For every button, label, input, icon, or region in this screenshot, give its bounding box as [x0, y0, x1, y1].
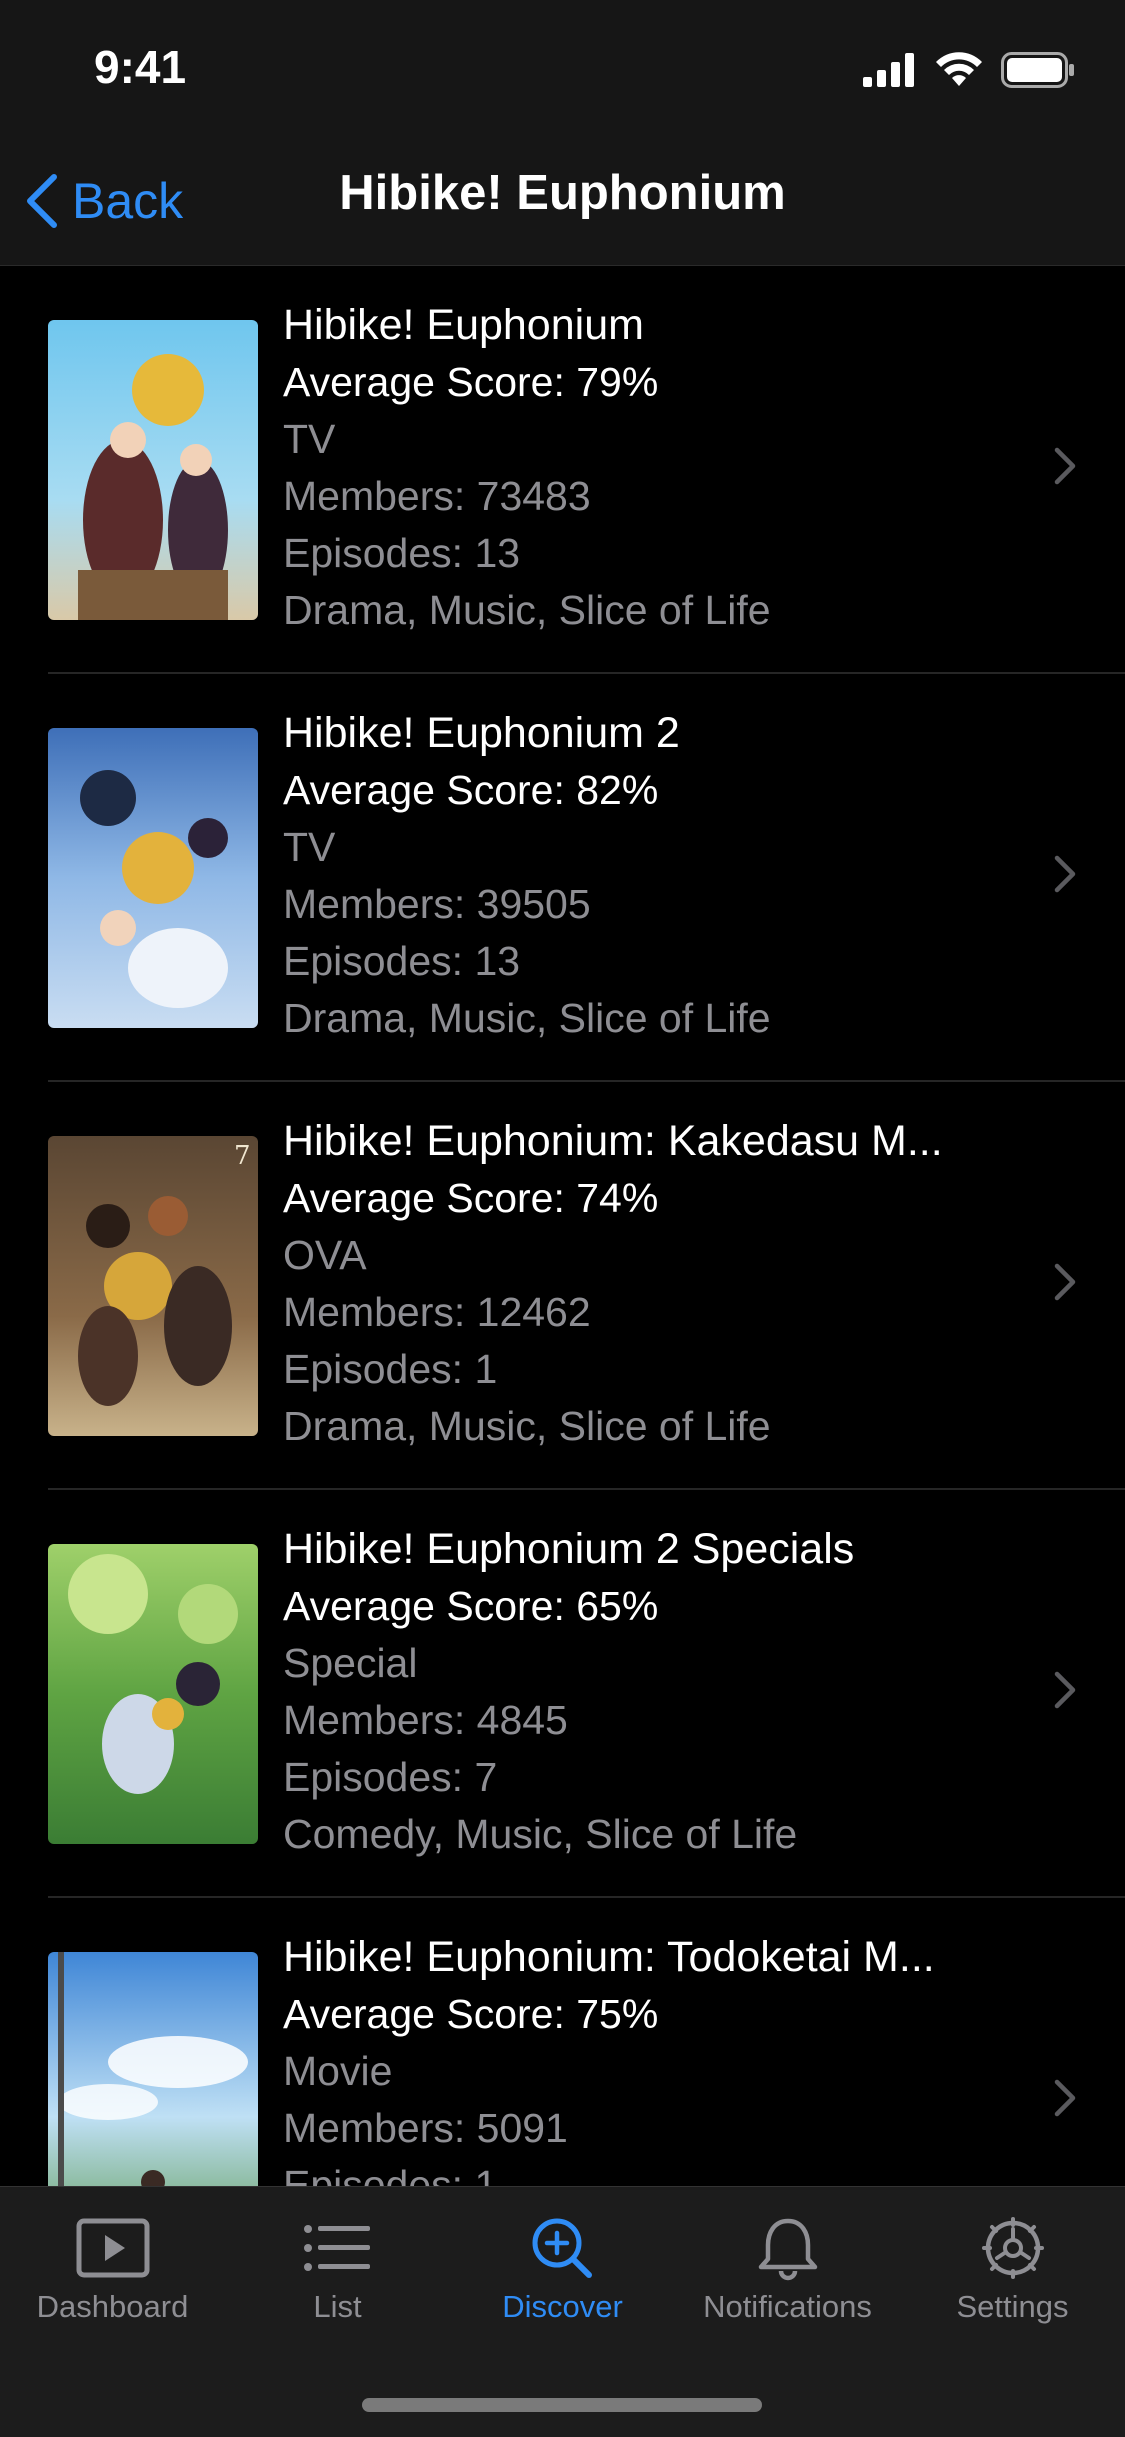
poster-image — [48, 728, 258, 1028]
list-item[interactable]: 7 Hibike! Euphonium: Kakedasu M... Avera… — [0, 1082, 1125, 1490]
battery-icon — [1001, 52, 1074, 88]
tab-label: Discover — [502, 2289, 623, 2324]
item-type: TV — [283, 416, 336, 462]
tab-settings[interactable]: Settings — [900, 2215, 1125, 2325]
item-episodes: Episodes: 7 — [283, 1754, 498, 1800]
tab-label: Dashboard — [36, 2289, 189, 2324]
list-icon — [303, 2225, 370, 2271]
home-indicator[interactable] — [362, 2398, 762, 2412]
item-type: TV — [283, 824, 336, 870]
chevron-right-icon — [1054, 1671, 1076, 1709]
item-members: Members: 39505 — [283, 881, 591, 927]
chevron-right-icon — [1054, 1263, 1076, 1301]
item-title: Hibike! Euphonium 2 Specials — [283, 1525, 855, 1573]
tab-list[interactable]: List — [225, 2215, 450, 2325]
page-title: Hibike! Euphonium — [339, 166, 786, 220]
item-genres: Drama, Music, Slice of Life — [283, 1403, 771, 1449]
chevron-right-icon — [1054, 855, 1076, 893]
item-episodes: Episodes: 1 — [283, 2162, 498, 2186]
navigation-bar: Back Hibike! Euphonium — [0, 135, 1125, 266]
tab-discover[interactable]: Discover — [450, 2215, 675, 2325]
item-episodes: Episodes: 1 — [283, 1346, 498, 1392]
list-item[interactable]: Hibike! Euphonium 2 Average Score: 82% T… — [0, 674, 1125, 1082]
item-score: Average Score: 79% — [283, 359, 659, 405]
item-members: Members: 4845 — [283, 1697, 568, 1743]
chevron-right-icon — [1054, 2079, 1076, 2117]
play-rectangle-icon — [76, 2218, 149, 2278]
tab-label: Notifications — [703, 2289, 872, 2324]
item-title: Hibike! Euphonium: Todoketai M... — [283, 1933, 935, 1981]
item-score: Average Score: 82% — [283, 767, 659, 813]
poster-image — [48, 1544, 258, 1844]
item-title: Hibike! Euphonium: Kakedasu M... — [283, 1117, 943, 1165]
chevron-right-icon — [1054, 447, 1076, 485]
wifi-icon — [936, 52, 982, 86]
tab-label: List — [313, 2289, 362, 2324]
search-plus-icon — [532, 2218, 592, 2278]
item-score: Average Score: 74% — [283, 1175, 659, 1221]
status-time: 9:41 — [94, 41, 187, 93]
list-item[interactable]: Hibike! Euphonium: Todoketai M... Averag… — [0, 1898, 1125, 2186]
list-item[interactable]: Hibike! Euphonium Average Score: 79% TV … — [0, 266, 1125, 674]
anime-list[interactable]: Hibike! Euphonium Average Score: 79% TV … — [0, 266, 1125, 2186]
status-bar: 9:41 — [0, 0, 1125, 135]
item-type: Movie — [283, 2048, 393, 2094]
item-score: Average Score: 75% — [283, 1991, 659, 2037]
cellular-signal-icon — [863, 53, 914, 87]
item-score: Average Score: 65% — [283, 1583, 659, 1629]
item-title: Hibike! Euphonium — [283, 301, 644, 349]
item-members: Members: 73483 — [283, 473, 591, 519]
poster-image: 7 — [48, 1136, 258, 1436]
item-members: Members: 12462 — [283, 1289, 591, 1335]
item-genres: Drama, Music, Slice of Life — [283, 587, 771, 633]
tab-notifications[interactable]: Notifications — [675, 2215, 900, 2325]
list-item[interactable]: Hibike! Euphonium 2 Specials Average Sco… — [0, 1490, 1125, 1898]
poster-image — [48, 320, 258, 620]
item-title: Hibike! Euphonium 2 — [283, 709, 680, 757]
gear-icon — [981, 2217, 1044, 2279]
item-episodes: Episodes: 13 — [283, 938, 521, 984]
svg-text:7: 7 — [234, 1141, 251, 1171]
poster-image — [48, 1952, 258, 2186]
bell-icon — [758, 2218, 817, 2281]
tab-dashboard[interactable]: Dashboard — [0, 2215, 225, 2325]
item-members: Members: 5091 — [283, 2105, 568, 2151]
item-type: Special — [283, 1640, 418, 1686]
item-genres: Drama, Music, Slice of Life — [283, 995, 771, 1041]
status-icons — [863, 50, 1075, 90]
item-episodes: Episodes: 13 — [283, 530, 521, 576]
item-type: OVA — [283, 1232, 367, 1278]
item-genres: Comedy, Music, Slice of Life — [283, 1811, 798, 1857]
tab-label: Settings — [956, 2289, 1069, 2324]
